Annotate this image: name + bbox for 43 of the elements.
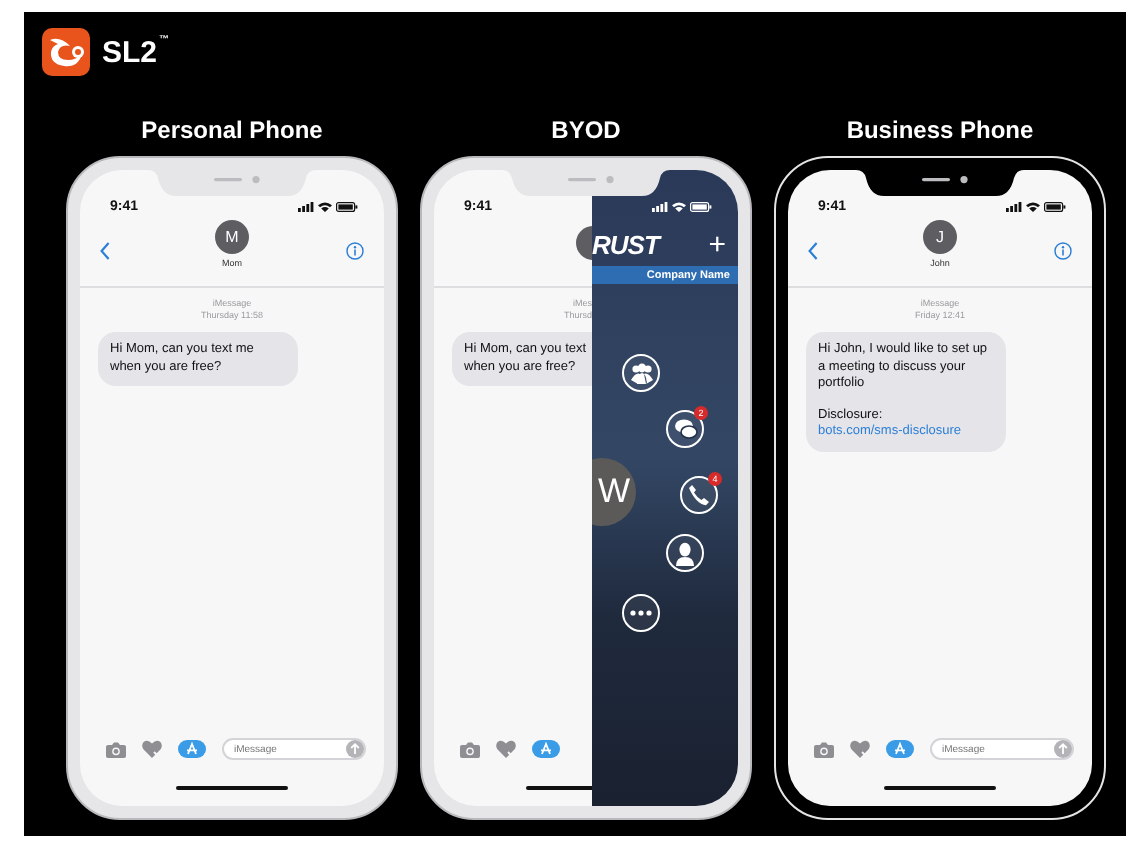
battery-icon [1044, 202, 1066, 212]
battery-icon [336, 202, 358, 212]
camera-icon[interactable] [814, 741, 834, 757]
signal-icon [298, 202, 314, 212]
action-button[interactable] [622, 354, 660, 392]
phone-icon [688, 484, 710, 506]
camera-icon[interactable] [106, 741, 126, 757]
more-icon [630, 610, 652, 616]
app-store-icon[interactable] [178, 740, 206, 758]
send-icon[interactable] [1054, 740, 1072, 758]
signal-icon [1006, 202, 1022, 212]
home-indicator [884, 785, 996, 790]
app-store-icon[interactable] [886, 740, 914, 758]
send-icon[interactable] [346, 740, 364, 758]
home-indicator [176, 785, 288, 790]
app-store-icon[interactable] [532, 740, 560, 758]
action-button[interactable] [622, 594, 660, 632]
wifi-icon [318, 202, 332, 212]
contact-avatar: J [923, 220, 957, 254]
contact-avatar[interactable]: W [592, 458, 636, 526]
signal-icon [652, 202, 668, 212]
heart-icon[interactable] [850, 740, 870, 758]
camera-icon[interactable] [460, 741, 480, 757]
group-icon [629, 361, 653, 385]
person-icon [674, 541, 696, 565]
info-icon[interactable] [1054, 241, 1072, 259]
logo-icon [42, 28, 90, 76]
heart-icon[interactable] [496, 740, 516, 758]
battery-icon [690, 202, 712, 212]
action-button[interactable] [666, 534, 704, 572]
wifi-icon [1026, 202, 1040, 212]
app-logo-text: RUST [592, 229, 659, 259]
column-heading: BYOD [551, 116, 621, 144]
column-heading: Business Phone [846, 116, 1034, 144]
heart-icon[interactable] [142, 740, 162, 758]
column-heading: Personal Phone [141, 116, 323, 144]
add-button[interactable]: + [708, 229, 726, 259]
chat-icon [673, 418, 697, 440]
contact-avatar: M [215, 220, 249, 254]
info-icon[interactable] [346, 241, 364, 259]
wifi-icon [672, 202, 686, 212]
back-icon[interactable] [808, 241, 818, 259]
back-icon[interactable] [100, 241, 110, 259]
